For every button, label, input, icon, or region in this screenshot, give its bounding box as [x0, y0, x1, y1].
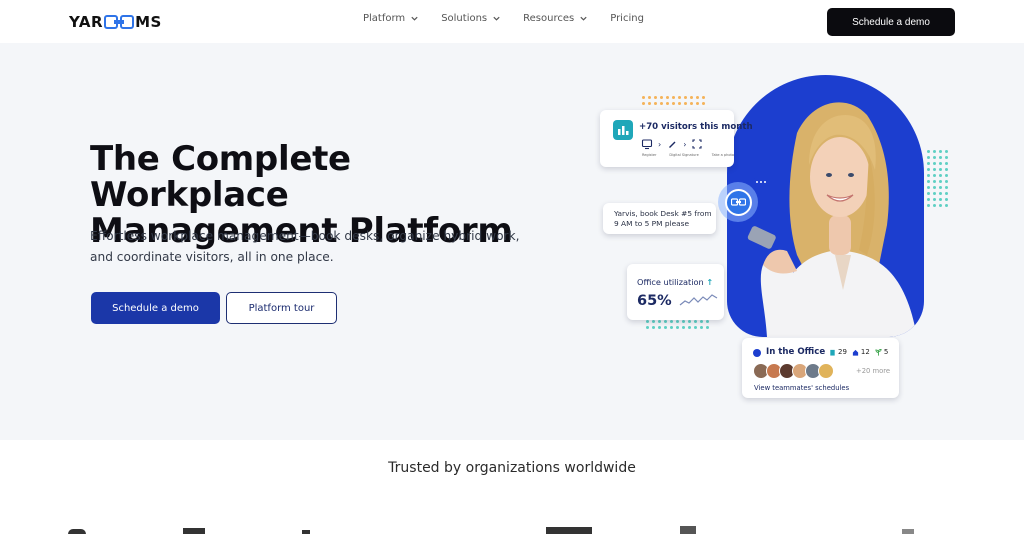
menu-label: Platform [363, 13, 406, 24]
menu-label: Resources [523, 13, 575, 24]
more-teammates-count: +20 more [856, 367, 891, 375]
schedule-demo-nav-button[interactable]: Schedule a demo [827, 8, 955, 36]
chevron-down-icon [580, 16, 587, 21]
menu-label: Pricing [610, 13, 644, 24]
chevron-down-icon [493, 16, 500, 21]
client-logo-4 [546, 527, 592, 534]
register-icon [641, 139, 653, 150]
client-logo-5 [680, 526, 696, 534]
logo-mark-icon [104, 15, 135, 29]
in-the-office-card: In the Office 29 12 5 +20 more View team… [742, 338, 899, 398]
client-logo-6 [902, 529, 914, 534]
brand-logo[interactable]: YAR MS [69, 12, 162, 32]
trusted-heading: Trusted by organizations worldwide [388, 460, 636, 476]
menu-label: Solutions [441, 13, 488, 24]
step-label: Digital Signature [669, 153, 699, 157]
client-logo-3 [302, 530, 310, 534]
hero-title-line1: The Complete Workplace [90, 139, 351, 215]
visitor-steps: › › [641, 138, 703, 150]
chevron-down-icon [411, 16, 418, 21]
stat-value: 5 [883, 348, 889, 356]
status-dot [753, 349, 761, 357]
visitors-title: +70 visitors this month [639, 122, 753, 132]
leave-stat: 5 [875, 348, 888, 356]
view-schedules-link[interactable]: View teammates' schedules [754, 384, 849, 392]
menu-item-resources[interactable]: Resources [523, 13, 588, 24]
schedule-demo-button[interactable]: Schedule a demo [91, 292, 220, 324]
bar-chart-icon [613, 120, 633, 140]
stat-value: 29 [838, 348, 847, 356]
hero-subtitle: Effortless workplace management—book des… [90, 229, 520, 264]
avatar [818, 363, 834, 379]
client-logo-2 [183, 528, 205, 534]
decor-dots-teal-right [927, 150, 948, 207]
booking-request-card: Yarvis, book Desk #5 from 9 AM to 5 PM p… [603, 203, 716, 234]
step-label: Register [642, 153, 657, 157]
client-logos-strip [0, 520, 1024, 534]
visitor-step-labels: Register Digital Signature Take a photo [642, 153, 734, 157]
pen-icon [669, 141, 676, 148]
step-label: Take a photo [711, 153, 735, 157]
menu-item-pricing[interactable]: Pricing [610, 13, 644, 24]
hero-illustration: +70 visitors this month › › Register Dig… [590, 70, 970, 410]
decor-dots-orange [642, 96, 705, 105]
desk-stat: 29 [829, 348, 847, 356]
home-stat: 12 [852, 348, 870, 356]
brand-name-left: YAR [69, 13, 104, 31]
camera-frame-icon [692, 139, 702, 149]
menu-item-platform[interactable]: Platform [363, 13, 419, 24]
platform-tour-button[interactable]: Platform tour [226, 292, 337, 324]
building-icon [830, 349, 835, 356]
utilization-value: 65% [637, 293, 672, 309]
client-logo-1 [68, 529, 86, 534]
top-navbar: YAR MS Platform Solutions Resources Pric… [0, 0, 1024, 43]
office-utilization-card: Office utilization ↑ 65% [627, 264, 724, 320]
teammate-avatars [753, 363, 834, 379]
office-stats: 29 12 5 [829, 348, 888, 356]
trend-up-icon: ↑ [706, 277, 714, 287]
sparkline-icon [679, 294, 718, 306]
yarooms-assistant-icon [718, 182, 758, 222]
chevron-right-icon: › [683, 139, 687, 149]
plant-icon [875, 348, 882, 356]
main-menu: Platform Solutions Resources Pricing [363, 13, 666, 24]
chevron-right-icon: › [658, 139, 662, 149]
stat-value: 12 [860, 348, 870, 356]
in-office-title: In the Office [766, 347, 826, 357]
home-icon [852, 349, 859, 356]
menu-item-solutions[interactable]: Solutions [441, 13, 501, 24]
utilization-label: Office utilization [637, 277, 704, 287]
booking-request-text: Yarvis, book Desk #5 from 9 AM to 5 PM p… [614, 209, 712, 228]
brand-name-right: MS [135, 13, 162, 31]
chat-typing-icon [752, 178, 770, 186]
utilization-title: Office utilization ↑ [637, 277, 713, 287]
visitors-card: +70 visitors this month › › Register Dig… [600, 110, 753, 167]
decor-dots-teal-bottom [646, 320, 709, 329]
